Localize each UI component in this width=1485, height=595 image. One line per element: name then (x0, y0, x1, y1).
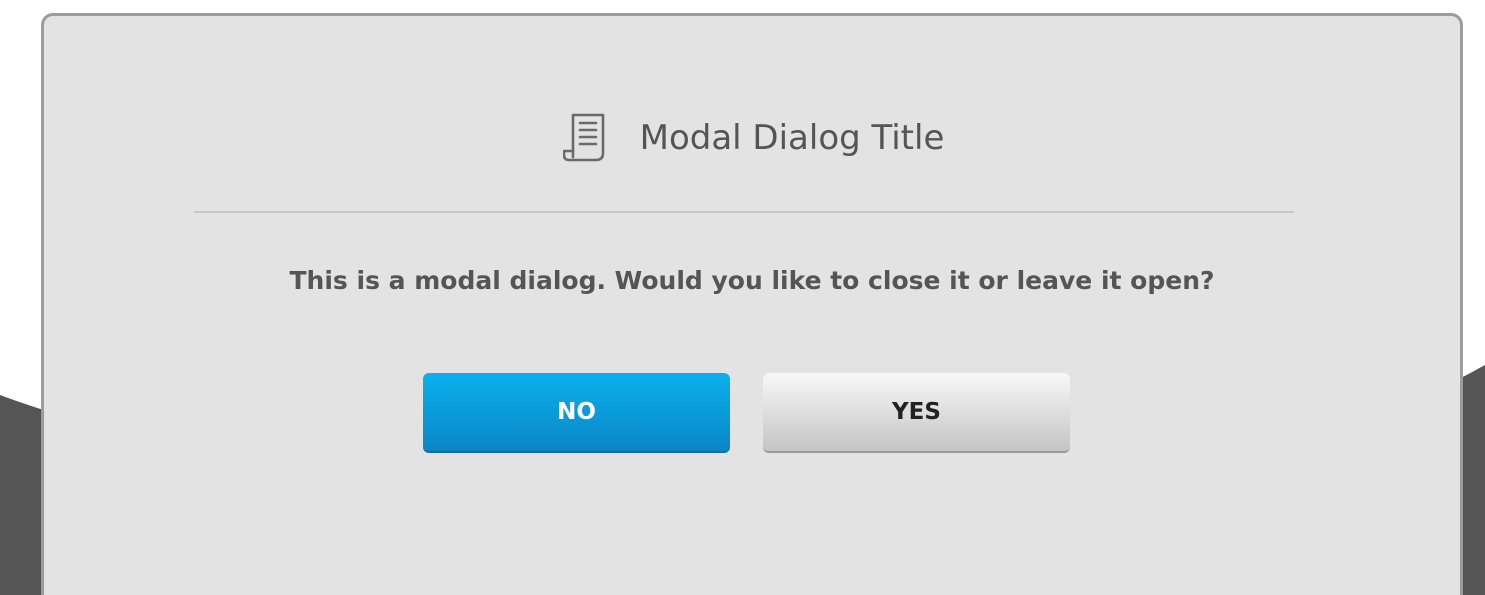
modal-actions: NO YES (44, 373, 1460, 453)
modal-message: This is a modal dialog. Would you like t… (289, 266, 1215, 295)
no-button-label: NO (557, 399, 596, 425)
yes-button-label: YES (892, 399, 941, 425)
header-divider (194, 211, 1294, 213)
modal-header: Modal Dialog Title (44, 108, 1460, 168)
document-icon (560, 110, 610, 166)
modal-title: Modal Dialog Title (639, 118, 945, 158)
no-button[interactable]: NO (423, 373, 730, 453)
modal-dialog: Modal Dialog Title This is a modal dialo… (41, 13, 1463, 595)
yes-button[interactable]: YES (763, 373, 1070, 453)
